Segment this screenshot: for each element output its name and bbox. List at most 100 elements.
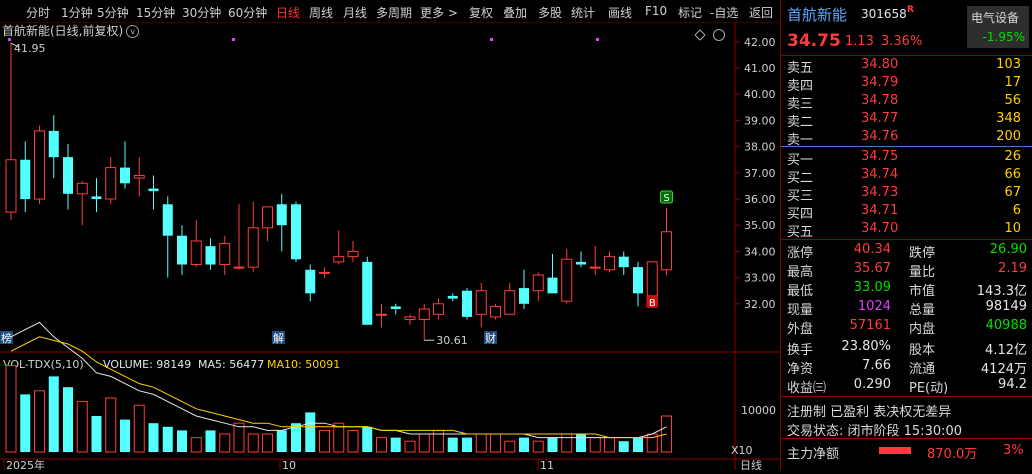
sell_orders-row[interactable]: 卖五 34.80 103 [787, 57, 1025, 77]
volume-bar[interactable] [91, 416, 102, 452]
buy_orders-row[interactable]: 买五 34.70 10 [787, 221, 1025, 241]
volume-bar[interactable] [190, 437, 202, 453]
volume-bar[interactable] [276, 430, 287, 452]
toolbar-item[interactable]: -自选 [710, 4, 738, 21]
volume-bar[interactable] [20, 394, 31, 452]
candle-body[interactable] [305, 269, 316, 294]
volume-bar[interactable] [547, 437, 558, 452]
candle-body[interactable] [276, 204, 287, 226]
candle-body[interactable] [532, 274, 544, 292]
buy_orders-row[interactable]: 买三 34.73 67 [787, 185, 1025, 205]
candle-body[interactable] [504, 290, 516, 315]
candle-body[interactable] [20, 159, 31, 200]
volume-bar[interactable] [561, 433, 573, 453]
candle-body[interactable] [404, 316, 416, 321]
candle-body[interactable] [604, 256, 615, 271]
volume-bar[interactable] [589, 437, 601, 453]
toolbar-item[interactable]: 分时 [26, 4, 50, 21]
kline-svg[interactable]: 42.00 41.00 40.00 39.00 38.00 37.00 36.00 35.00… [0, 21, 780, 472]
toolbar-item[interactable]: 复权 [469, 4, 493, 21]
toolbar-item[interactable]: 月线 [343, 4, 367, 21]
kline-chart-area[interactable]: 42.00 41.00 40.00 39.00 38.00 37.00 36.00 35.00… [0, 21, 780, 472]
candle-body[interactable] [547, 277, 558, 294]
volume-bar[interactable] [133, 404, 145, 453]
volume-bar[interactable] [219, 433, 231, 453]
toolbar-item[interactable]: 60分钟 [228, 4, 267, 21]
diamond-icon[interactable] [694, 29, 706, 41]
toolbar-item[interactable]: 画线 [608, 4, 632, 21]
chevron-down-icon[interactable]: v [126, 25, 140, 38]
candle-body[interactable] [120, 167, 130, 184]
volume-bar[interactable] [247, 433, 259, 453]
candle-body[interactable] [162, 204, 173, 236]
volume-bar[interactable] [262, 433, 273, 453]
volume-bar[interactable] [532, 440, 544, 453]
candle-body[interactable] [376, 313, 387, 316]
candle-body[interactable] [177, 235, 187, 265]
volume-bar[interactable] [362, 426, 373, 452]
candle-body[interactable] [475, 290, 487, 315]
volume-bar[interactable] [177, 430, 187, 452]
sell_orders-row[interactable]: 卖二 34.77 348 [787, 111, 1025, 131]
volume-bar[interactable] [504, 440, 516, 453]
candle-body[interactable] [133, 174, 145, 179]
volume-bar[interactable] [63, 387, 73, 452]
candle-body[interactable] [362, 261, 373, 325]
volume-bar[interactable] [475, 433, 487, 453]
toolbar-item[interactable]: 统计 [571, 4, 595, 21]
candle-body[interactable] [219, 243, 231, 266]
candle-body[interactable] [34, 130, 45, 200]
candle-body[interactable] [333, 256, 345, 263]
volume-bar[interactable] [148, 423, 159, 452]
candle-body[interactable] [661, 231, 672, 271]
volume-bar[interactable] [34, 390, 45, 453]
toolbar-item[interactable]: 多股 [538, 4, 562, 21]
volume-bar[interactable] [490, 433, 501, 453]
volume-bar[interactable] [462, 437, 472, 452]
volume-bar[interactable] [48, 376, 59, 452]
toolbar-item[interactable]: 1分钟 [61, 4, 93, 21]
volume-bar[interactable] [390, 437, 401, 452]
candle-body[interactable] [519, 288, 529, 304]
buy_orders-row[interactable]: 买一 34.75 26 [787, 149, 1025, 169]
volume-bar[interactable] [404, 440, 416, 453]
volume-bar[interactable] [519, 437, 529, 452]
candle-body[interactable] [91, 196, 102, 200]
toolbar-item[interactable]: 更多 > [420, 4, 458, 21]
candle-body[interactable] [390, 306, 401, 310]
toolbar-item[interactable]: 叠加 [503, 4, 527, 21]
volume-bar[interactable] [376, 437, 387, 453]
toolbar-item[interactable]: 15分钟 [136, 4, 175, 21]
toolbar-item[interactable]: 日线 [276, 4, 300, 21]
toolbar-item[interactable]: 标记 [678, 4, 702, 21]
candle-body[interactable] [576, 261, 586, 265]
candle-body[interactable] [105, 167, 117, 200]
volume-bar[interactable] [633, 437, 643, 452]
volume-bar[interactable] [618, 441, 629, 452]
toolbar-item[interactable]: F10 [645, 4, 667, 18]
volume-bar[interactable] [5, 365, 17, 453]
volume-bar[interactable] [305, 412, 316, 452]
candle-body[interactable] [347, 250, 359, 258]
buy_orders-row[interactable]: 买二 34.74 66 [787, 167, 1025, 187]
toolbar-item[interactable]: 返回 [749, 4, 773, 21]
candle-body[interactable] [190, 240, 202, 266]
volume-bar[interactable] [120, 419, 130, 452]
volume-bar[interactable] [447, 437, 458, 452]
volume-bar[interactable] [105, 397, 117, 453]
candle-body[interactable] [247, 227, 259, 268]
volume-bar[interactable] [205, 430, 216, 452]
candle-body[interactable] [646, 261, 658, 297]
candle-body[interactable] [418, 308, 430, 321]
candle-body[interactable] [148, 188, 159, 192]
toolbar-item[interactable]: 30分钟 [182, 4, 221, 21]
candle-body[interactable] [63, 157, 73, 194]
volume-bar[interactable] [319, 429, 330, 453]
candle-body[interactable] [262, 206, 273, 229]
candle-body[interactable] [291, 204, 301, 260]
candle-body[interactable] [561, 258, 573, 302]
candle-body[interactable] [618, 256, 629, 268]
buy_orders-row[interactable]: 买四 34.71 6 [787, 203, 1025, 223]
toolbar-item[interactable]: 5分钟 [97, 4, 129, 21]
sector-box[interactable]: 电气设备 -1.95% [967, 6, 1029, 48]
